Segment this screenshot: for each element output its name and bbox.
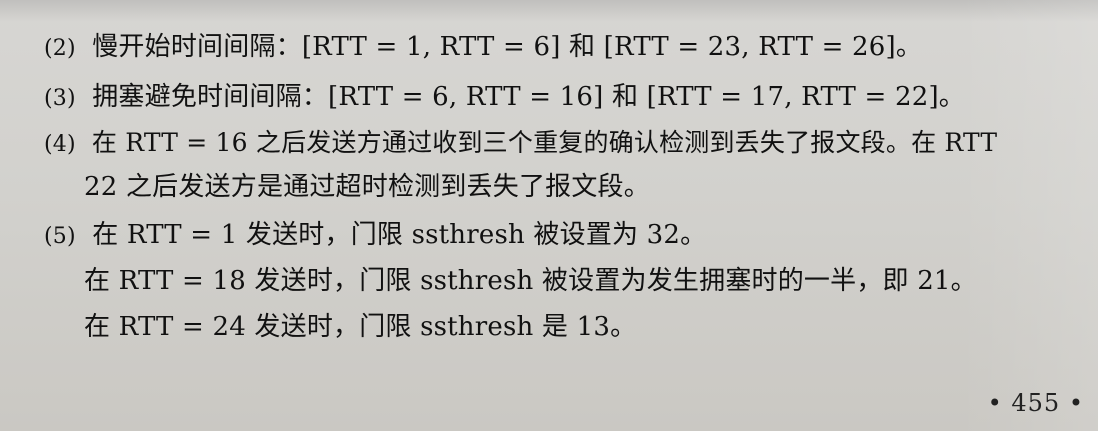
item-text: 在 RTT = 24 发送时，门限 ssthresh 是 13。: [84, 312, 637, 342]
item-text: 慢开始时间间隔：[RTT = 1, RTT = 6] 和 [RTT = 23, …: [92, 32, 923, 62]
item-text: 在 RTT = 1 发送时，门限 ssthresh 被设置为 32。: [92, 220, 707, 250]
document-page: (2) 慢开始时间间隔：[RTT = 1, RTT = 6] 和 [RTT = …: [0, 0, 1098, 431]
answer-item-4-line-2: 22 之后发送方是通过超时检测到丢失了报文段。: [84, 174, 650, 200]
answer-item-5-line-2: 在 RTT = 18 发送时，门限 ssthresh 被设置为发生拥塞时的一半，…: [84, 268, 977, 294]
item-number: (5): [44, 224, 76, 249]
item-number: (4): [44, 132, 76, 157]
right-highlight: [958, 0, 1098, 431]
item-text: 在 RTT = 18 发送时，门限 ssthresh 被设置为发生拥塞时的一半，…: [84, 266, 977, 296]
answer-item-2: (2) 慢开始时间间隔：[RTT = 1, RTT = 6] 和 [RTT = …: [44, 34, 922, 60]
item-text: 22 之后发送方是通过超时检测到丢失了报文段。: [84, 172, 650, 202]
answer-item-4-line-1: (4) 在 RTT = 16 之后发送方通过收到三个重复的确认检测到丢失了报文段…: [44, 130, 997, 156]
answer-item-5-line-3: 在 RTT = 24 发送时，门限 ssthresh 是 13。: [84, 314, 636, 340]
page-number: • 455 •: [987, 389, 1084, 417]
answer-item-3: (3) 拥塞避免时间间隔：[RTT = 6, RTT = 16] 和 [RTT …: [44, 84, 965, 110]
item-number: (2): [44, 36, 76, 61]
item-text: 在 RTT = 16 之后发送方通过收到三个重复的确认检测到丢失了报文段。在 R…: [91, 128, 998, 157]
item-number: (3): [44, 86, 76, 111]
answer-item-5-line-1: (5) 在 RTT = 1 发送时，门限 ssthresh 被设置为 32。: [44, 222, 706, 248]
top-shadow: [0, 0, 1098, 22]
item-text: 拥塞避免时间间隔：[RTT = 6, RTT = 16] 和 [RTT = 17…: [92, 82, 965, 112]
